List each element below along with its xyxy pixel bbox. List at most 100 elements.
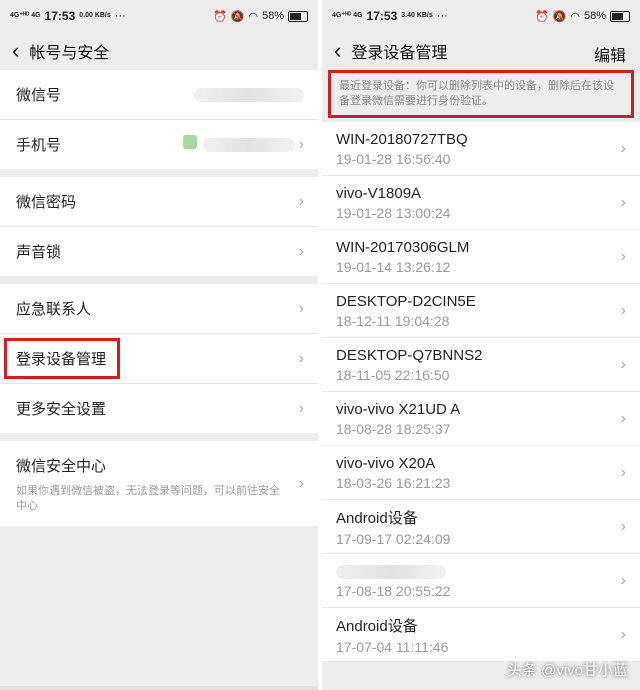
- device-row[interactable]: WIN-20170306GLM 19-01-14 13:26:12 ›: [322, 230, 640, 284]
- wechat-password-row[interactable]: 微信密码 ›: [0, 177, 318, 227]
- device-name: vivo-vivo X21UD A: [336, 400, 461, 418]
- chevron-right-icon: ›: [298, 242, 304, 260]
- phone-value: ›: [182, 135, 304, 154]
- redacted-mark: [182, 135, 197, 149]
- chevron-right-icon: ›: [298, 136, 304, 153]
- emergency-contact-row[interactable]: 应急联系人 ›: [0, 284, 318, 334]
- nav-bar: ‹ 帐号与安全: [0, 32, 318, 70]
- row-label: 微信安全中心: [16, 458, 107, 475]
- battery-level: 58%: [261, 10, 284, 22]
- back-icon[interactable]: ‹: [12, 40, 19, 62]
- device-management-screen: 4G⁺ᴴᴰ 4G 17:53 3.40 KB/s ··· ⏰ 🔕 ◠ 58% ‹…: [322, 0, 640, 690]
- security-center-row[interactable]: 微信安全中心 如果你遇到微信被盗，无法登录等问题，可以前往安全中心 ›: [0, 441, 318, 526]
- device-name: vivo-vivo X20A: [336, 454, 436, 472]
- device-login-time: 17-07-04 11:11:46: [336, 638, 449, 655]
- wifi-icon: ◠: [248, 10, 258, 23]
- chevron-right-icon: ›: [298, 349, 304, 367]
- device-row[interactable]: vivo-vivo X20A 18-03-26 16:21:23 ›: [322, 446, 640, 500]
- device-name: Android设备: [336, 509, 418, 527]
- redacted-value: [202, 138, 295, 153]
- more-security-row[interactable]: 更多安全设置 ›: [0, 384, 318, 433]
- device-name: DESKTOP-D2CIN5E: [336, 292, 476, 310]
- alarm-icon: ⏰: [212, 10, 227, 23]
- bottom-divider: [0, 686, 318, 690]
- settings-group-account: 微信号 手机号 ›: [0, 70, 318, 169]
- mute-icon: 🔕: [230, 10, 245, 23]
- device-login-time: 18-08-28 18:25:37: [336, 420, 451, 437]
- back-icon[interactable]: ‹: [334, 40, 341, 62]
- clock: 17:53: [44, 9, 76, 23]
- device-name: WIN-20170306GLM: [336, 238, 470, 256]
- wifi-icon: ◠: [570, 10, 580, 23]
- alarm-icon: ⏰: [534, 10, 549, 23]
- clock: 17:53: [366, 9, 398, 23]
- net-speed: 0.00 KB/s: [79, 12, 111, 19]
- device-name-redacted: [336, 563, 450, 580]
- page-title: 登录设备管理: [351, 45, 448, 62]
- redacted-value: [336, 564, 446, 579]
- device-row[interactable]: DESKTOP-Q7BNNS2 18-11-05 22:16:50 ›: [322, 338, 640, 392]
- device-row[interactable]: vivo-V1809A 19-01-28 13:00:24 ›: [322, 176, 640, 230]
- page-title: 帐号与安全: [29, 45, 110, 62]
- status-bar: 4G⁺ᴴᴰ 4G 17:53 0.00 KB/s ··· ⏰ 🔕 ◠ 58%: [0, 0, 318, 32]
- row-label: 声音锁: [16, 244, 62, 261]
- battery-icon: [288, 10, 308, 22]
- wechat-id-row[interactable]: 微信号: [0, 70, 318, 120]
- device-row[interactable]: vivo-vivo X21UD A 18-08-28 18:25:37 ›: [322, 392, 640, 446]
- device-name: DESKTOP-Q7BNNS2: [336, 346, 483, 364]
- row-label: 微信号: [16, 87, 62, 104]
- battery-icon: [610, 10, 630, 22]
- chevron-right-icon: ›: [620, 571, 626, 589]
- recent-devices-hint: 最近登录设备：你可以删除列表中的设备，删除后在该设备登录微信需要进行身份验证。: [328, 70, 634, 118]
- account-security-screen: 4G⁺ᴴᴰ 4G 17:53 0.00 KB/s ··· ⏰ 🔕 ◠ 58% ‹…: [0, 0, 318, 690]
- device-name: Android设备: [336, 617, 418, 635]
- phone-row[interactable]: 手机号 ›: [0, 120, 318, 169]
- chevron-right-icon: ›: [620, 409, 626, 427]
- more-dots: ···: [436, 10, 448, 22]
- row-label: 更多安全设置: [16, 401, 107, 418]
- device-row[interactable]: WIN-20180727TBQ 19-01-28 16:56:40 ›: [322, 122, 640, 176]
- device-login-time: 17-08-18 20:55:22: [336, 582, 451, 599]
- device-login-time: 18-03-26 16:21:23: [336, 474, 451, 491]
- mute-icon: 🔕: [552, 10, 567, 23]
- row-label: 微信密码: [16, 194, 77, 211]
- chevron-right-icon: ›: [620, 517, 626, 535]
- nav-bar: ‹ 登录设备管理 编辑: [322, 32, 640, 70]
- status-bar: 4G⁺ᴴᴰ 4G 17:53 3.40 KB/s ··· ⏰ 🔕 ◠ 58%: [322, 0, 640, 32]
- device-login-time: 19-01-28 16:56:40: [336, 150, 451, 167]
- device-login-time: 19-01-14 13:26:12: [336, 258, 451, 275]
- redacted-value: [194, 87, 304, 102]
- voice-lock-row[interactable]: 声音锁 ›: [0, 227, 318, 276]
- battery-level: 58%: [583, 10, 606, 22]
- device-row[interactable]: Android设备 17-09-17 02:24:09 ›: [322, 500, 640, 554]
- row-label: 手机号: [16, 137, 62, 154]
- chevron-right-icon: ›: [620, 463, 626, 481]
- chevron-right-icon: ›: [298, 475, 304, 492]
- device-login-time: 19-01-28 13:00:24: [336, 204, 451, 221]
- device-row[interactable]: DESKTOP-D2CIN5E 18-12-11 19:04:28 ›: [322, 284, 640, 338]
- chevron-right-icon: ›: [620, 247, 626, 265]
- device-name: vivo-V1809A: [336, 184, 422, 202]
- chevron-right-icon: ›: [620, 625, 626, 643]
- device-management-row[interactable]: 登录设备管理 ›: [0, 334, 318, 384]
- device-name: WIN-20180727TBQ: [336, 130, 468, 148]
- chevron-right-icon: ›: [620, 301, 626, 319]
- row-description: 如果你遇到微信被盗，无法登录等问题，可以前往安全中心: [16, 485, 280, 512]
- chevron-right-icon: ›: [620, 193, 626, 211]
- device-row[interactable]: Android设备 17-07-04 11:11:46 ›: [322, 608, 640, 662]
- device-login-time: 18-11-05 22:16:50: [336, 366, 450, 383]
- device-login-time: 18-12-11 19:04:28: [336, 312, 450, 329]
- edit-button[interactable]: 编辑: [594, 42, 626, 66]
- highlight-box: [4, 338, 120, 379]
- chevron-right-icon: ›: [298, 299, 304, 317]
- chevron-right-icon: ›: [620, 139, 626, 157]
- row-label: 应急联系人: [16, 301, 92, 318]
- more-dots: ···: [114, 10, 126, 22]
- device-row[interactable]: 17-08-18 20:55:22 ›: [322, 554, 640, 608]
- settings-group-center: 微信安全中心 如果你遇到微信被盗，无法登录等问题，可以前往安全中心 ›: [0, 441, 318, 526]
- chevron-right-icon: ›: [620, 355, 626, 373]
- device-list: WIN-20180727TBQ 19-01-28 16:56:40 › vivo-V…: [322, 122, 640, 662]
- net-speed: 3.40 KB/s: [401, 12, 433, 19]
- watermark: 头条 @vivo甘小蓝: [506, 662, 628, 679]
- network-indicator: 4G⁺ᴴᴰ 4G: [332, 12, 363, 19]
